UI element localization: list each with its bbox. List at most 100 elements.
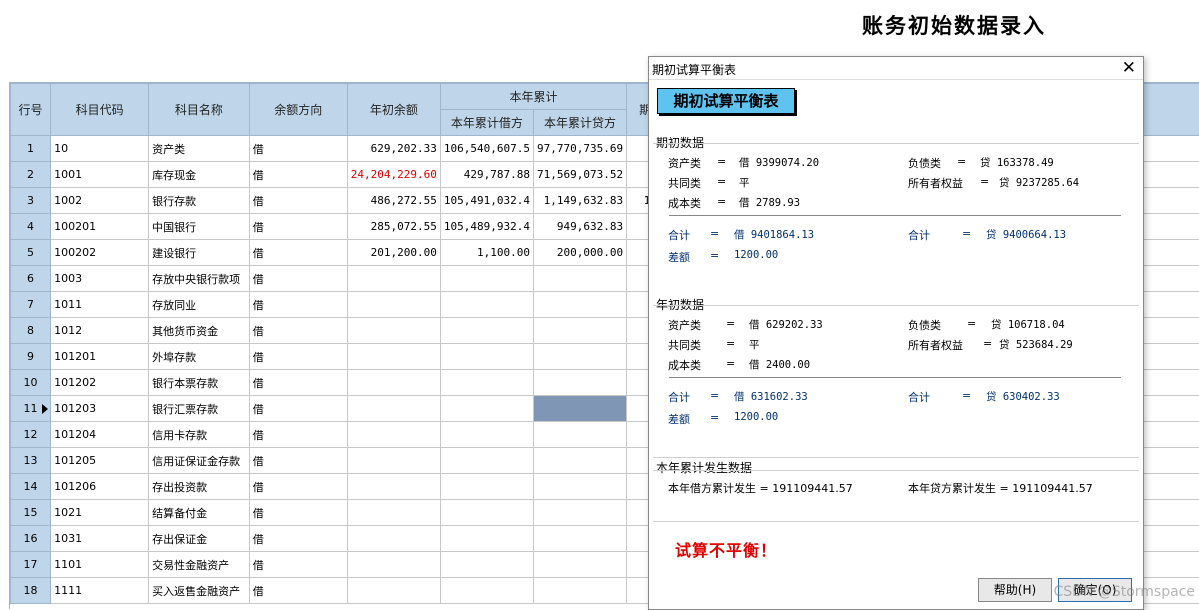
name-cell[interactable]: 外埠存款 [149,344,250,370]
year-begin-cell[interactable] [347,448,440,474]
row-number-cell[interactable]: 3 [11,188,51,214]
name-cell[interactable]: 买入返售金融资产 [149,578,250,604]
direction-cell[interactable]: 借 [249,578,347,604]
ytd-credit-cell[interactable] [533,474,626,500]
name-cell[interactable]: 信用卡存款 [149,422,250,448]
ytd-debit-cell[interactable] [440,396,533,422]
direction-cell[interactable]: 借 [249,344,347,370]
ytd-credit-cell[interactable] [533,396,626,422]
ytd-credit-cell[interactable]: 200,000.00 [533,240,626,266]
year-begin-cell[interactable]: 285,072.55 [347,214,440,240]
ytd-debit-cell[interactable] [440,500,533,526]
ytd-debit-cell[interactable] [440,292,533,318]
ytd-credit-cell[interactable]: 71,569,073.52 [533,162,626,188]
year-begin-cell[interactable] [347,500,440,526]
name-cell[interactable]: 中国银行 [149,214,250,240]
row-number-cell[interactable]: 4 [11,214,51,240]
ytd-credit-cell[interactable] [533,370,626,396]
ytd-debit-cell[interactable] [440,474,533,500]
code-cell[interactable]: 101202 [51,370,149,396]
row-number-cell[interactable]: 17 [11,552,51,578]
direction-cell[interactable]: 借 [249,318,347,344]
ytd-debit-cell[interactable]: 105,489,932.4 [440,214,533,240]
ytd-debit-cell[interactable]: 429,787.88 [440,162,533,188]
row-number-cell[interactable]: 11 [11,396,51,422]
row-number-cell[interactable]: 5 [11,240,51,266]
name-cell[interactable]: 存放中央银行款项 [149,266,250,292]
row-number-cell[interactable]: 9 [11,344,51,370]
header-direction[interactable]: 余额方向 [249,84,347,136]
code-cell[interactable]: 10 [51,136,149,162]
direction-cell[interactable]: 借 [249,422,347,448]
code-cell[interactable]: 101203 [51,396,149,422]
header-ytd-credit[interactable]: 本年累计贷方 [533,110,626,136]
code-cell[interactable]: 100201 [51,214,149,240]
direction-cell[interactable]: 借 [249,448,347,474]
year-begin-cell[interactable]: 486,272.55 [347,188,440,214]
header-row-no[interactable]: 行号 [11,84,51,136]
code-cell[interactable]: 101201 [51,344,149,370]
row-number-cell[interactable]: 8 [11,318,51,344]
help-button[interactable]: 帮助(H) [978,578,1052,602]
direction-cell[interactable]: 借 [249,526,347,552]
code-cell[interactable]: 1031 [51,526,149,552]
ytd-debit-cell[interactable] [440,448,533,474]
year-begin-cell[interactable] [347,526,440,552]
direction-cell[interactable]: 借 [249,292,347,318]
row-number-cell[interactable]: 2 [11,162,51,188]
ytd-credit-cell[interactable] [533,500,626,526]
year-begin-cell[interactable] [347,422,440,448]
direction-cell[interactable]: 借 [249,136,347,162]
row-number-cell[interactable]: 18 [11,578,51,604]
ytd-debit-cell[interactable]: 1,100.00 [440,240,533,266]
direction-cell[interactable]: 借 [249,162,347,188]
year-begin-cell[interactable] [347,318,440,344]
name-cell[interactable]: 信用证保证金存款 [149,448,250,474]
direction-cell[interactable]: 借 [249,396,347,422]
ytd-credit-cell[interactable]: 949,632.83 [533,214,626,240]
name-cell[interactable]: 交易性金融资产 [149,552,250,578]
year-begin-cell[interactable] [347,474,440,500]
row-number-cell[interactable]: 10 [11,370,51,396]
year-begin-cell[interactable] [347,344,440,370]
row-number-cell[interactable]: 7 [11,292,51,318]
header-code[interactable]: 科目代码 [51,84,149,136]
ytd-credit-cell[interactable] [533,448,626,474]
direction-cell[interactable]: 借 [249,474,347,500]
code-cell[interactable]: 1003 [51,266,149,292]
code-cell[interactable]: 101205 [51,448,149,474]
ytd-debit-cell[interactable] [440,318,533,344]
year-begin-cell[interactable]: 201,200.00 [347,240,440,266]
row-number-cell[interactable]: 14 [11,474,51,500]
year-begin-cell[interactable] [347,578,440,604]
direction-cell[interactable]: 借 [249,188,347,214]
header-ytd-debit[interactable]: 本年累计借方 [440,110,533,136]
year-begin-cell[interactable] [347,396,440,422]
ytd-debit-cell[interactable] [440,370,533,396]
name-cell[interactable]: 存出保证金 [149,526,250,552]
name-cell[interactable]: 库存现金 [149,162,250,188]
year-begin-cell[interactable] [347,292,440,318]
code-cell[interactable]: 101206 [51,474,149,500]
code-cell[interactable]: 1101 [51,552,149,578]
direction-cell[interactable]: 借 [249,266,347,292]
name-cell[interactable]: 银行存款 [149,188,250,214]
name-cell[interactable]: 银行汇票存款 [149,396,250,422]
ytd-debit-cell[interactable]: 106,540,607.5 [440,136,533,162]
ytd-credit-cell[interactable]: 1,149,632.83 [533,188,626,214]
code-cell[interactable]: 100202 [51,240,149,266]
header-year-begin[interactable]: 年初余额 [347,84,440,136]
code-cell[interactable]: 1111 [51,578,149,604]
code-cell[interactable]: 1001 [51,162,149,188]
dialog-titlebar[interactable]: 期初试算平衡表 ✕ [649,57,1143,80]
ytd-credit-cell[interactable]: 97,770,735.69 [533,136,626,162]
ytd-credit-cell[interactable] [533,266,626,292]
ytd-credit-cell[interactable] [533,318,626,344]
ytd-credit-cell[interactable] [533,422,626,448]
ytd-credit-cell[interactable] [533,526,626,552]
code-cell[interactable]: 1002 [51,188,149,214]
row-number-cell[interactable]: 1 [11,136,51,162]
name-cell[interactable]: 建设银行 [149,240,250,266]
code-cell[interactable]: 1021 [51,500,149,526]
direction-cell[interactable]: 借 [249,240,347,266]
